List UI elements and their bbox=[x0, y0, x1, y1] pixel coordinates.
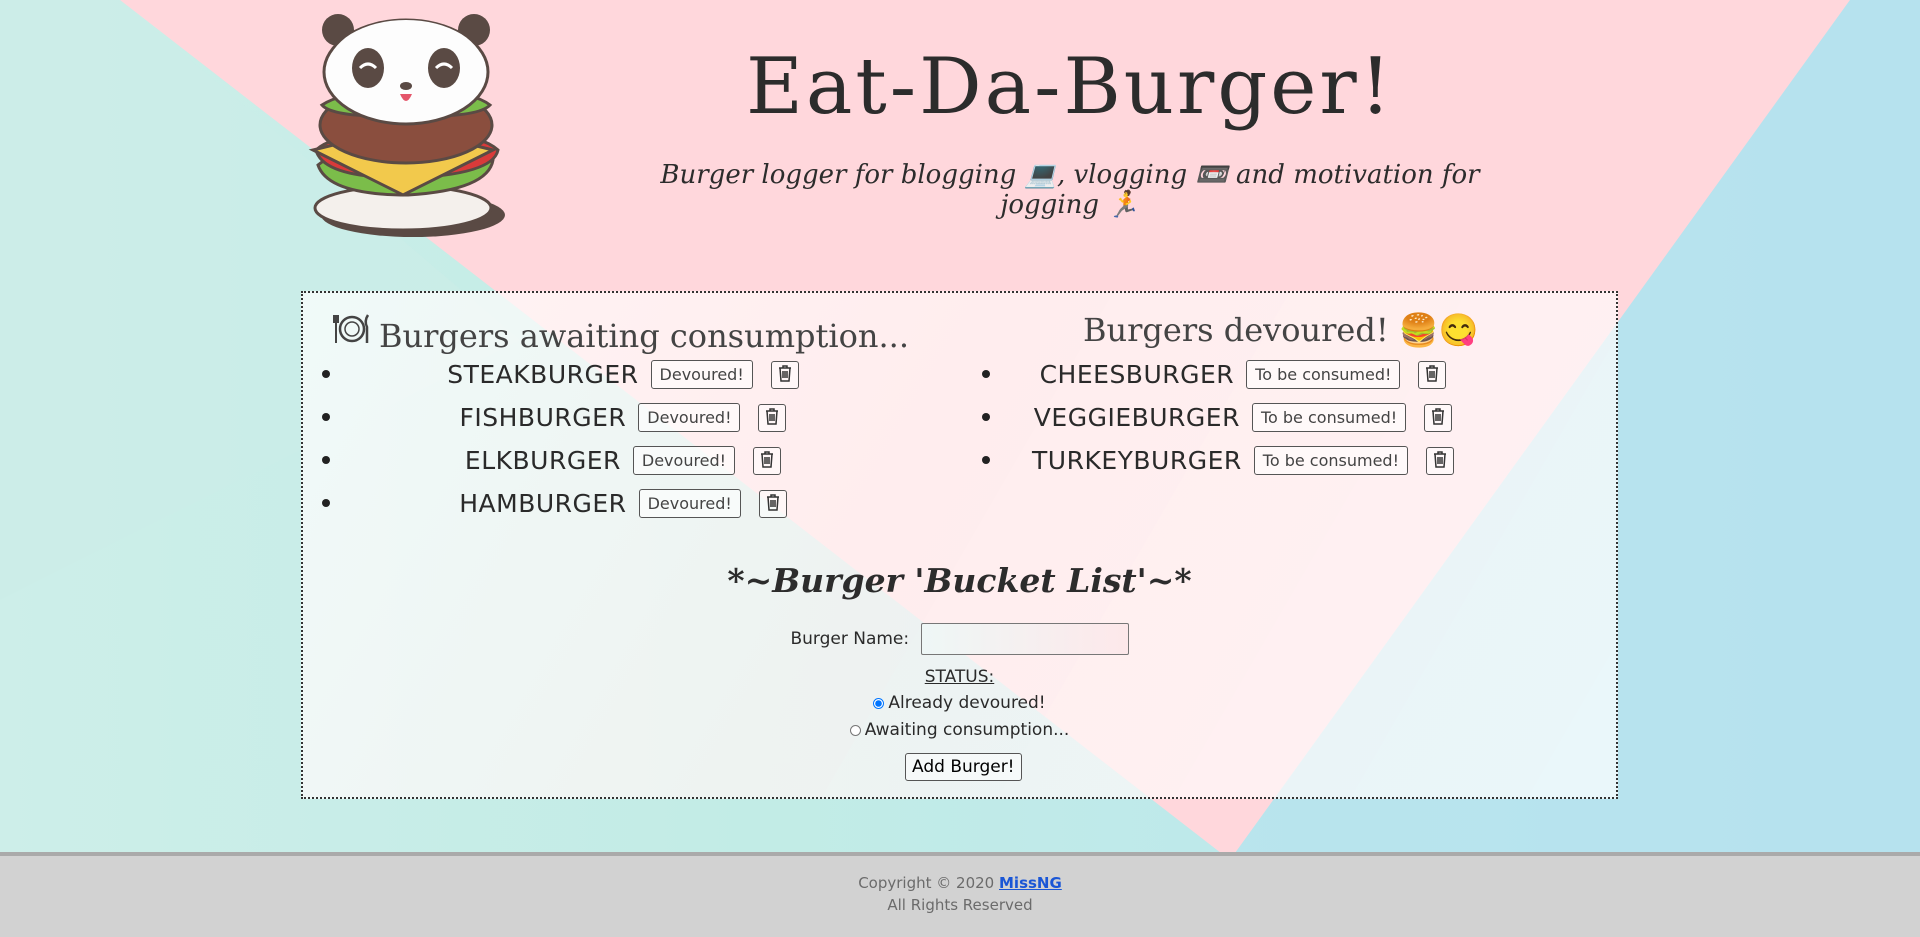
page-subtitle: Burger logger for blogging 💻, vlogging 📼… bbox=[660, 160, 1480, 220]
delete-button[interactable] bbox=[1424, 403, 1453, 432]
burger-panel: Burgers awaiting consumption... Burgers … bbox=[301, 291, 1618, 799]
burger-name-input[interactable] bbox=[920, 623, 1129, 655]
devoured-list: CHEESBURGER To be consumed! VEGGIEBURGER… bbox=[963, 353, 1523, 482]
delete-button[interactable] bbox=[770, 360, 799, 389]
delete-button[interactable] bbox=[1425, 446, 1454, 475]
fork-knife-plate-icon bbox=[333, 311, 371, 354]
copyright-text: Copyright © 2020 bbox=[858, 874, 995, 892]
radio-awaiting[interactable] bbox=[849, 724, 861, 736]
burger-name: VEGGIEBURGER bbox=[1033, 403, 1240, 432]
trash-icon bbox=[765, 493, 781, 514]
rights-text: All Rights Reserved bbox=[887, 896, 1033, 914]
author-link[interactable]: MissNG bbox=[999, 874, 1062, 892]
header: Eat-Da-Burger! Burger logger for bloggin… bbox=[0, 0, 1920, 270]
trash-icon bbox=[1430, 407, 1446, 428]
devoured-button[interactable]: Devoured! bbox=[632, 446, 736, 475]
bullet bbox=[322, 499, 330, 507]
trash-icon bbox=[1432, 450, 1448, 471]
list-item: HAMBURGER Devoured! bbox=[303, 482, 943, 525]
list-item: FISHBURGER Devoured! bbox=[303, 396, 943, 439]
page-title: Eat-Da-Burger! bbox=[745, 42, 1395, 132]
burger-name: ELKBURGER bbox=[464, 446, 621, 475]
awaiting-heading-text: Burgers awaiting consumption... bbox=[379, 317, 910, 355]
burger-name: HAMBURGER bbox=[459, 489, 627, 518]
delete-button[interactable] bbox=[753, 446, 782, 475]
list-item: STEAKBURGER Devoured! bbox=[303, 353, 943, 396]
devoured-heading: Burgers devoured! 🍔😋 bbox=[1083, 311, 1479, 349]
bullet bbox=[982, 370, 990, 378]
list-item: ELKBURGER Devoured! bbox=[303, 439, 943, 482]
bullet bbox=[322, 456, 330, 464]
burger-name-label: Burger Name: bbox=[790, 629, 910, 649]
radio-devoured-label: Already devoured! bbox=[888, 693, 1046, 713]
trash-icon bbox=[1424, 364, 1440, 385]
devoured-button[interactable]: Devoured! bbox=[638, 403, 741, 432]
trash-icon bbox=[764, 407, 780, 428]
burger-name: TURKEYBURGER bbox=[1032, 446, 1242, 475]
devoured-button[interactable]: Devoured! bbox=[638, 489, 741, 518]
to-be-consumed-button[interactable]: To be consumed! bbox=[1251, 403, 1407, 432]
bullet bbox=[322, 370, 330, 378]
delete-button[interactable] bbox=[758, 403, 787, 432]
delete-button[interactable] bbox=[1418, 360, 1447, 389]
radio-devoured[interactable] bbox=[873, 697, 885, 709]
trash-icon bbox=[759, 450, 775, 471]
burger-name-row: Burger Name: bbox=[303, 623, 1616, 655]
list-item: VEGGIEBURGER To be consumed! bbox=[963, 396, 1523, 439]
awaiting-list: STEAKBURGER Devoured! FISHBURGER Devoure… bbox=[303, 353, 943, 525]
delete-button[interactable] bbox=[758, 489, 787, 518]
burger-name: FISHBURGER bbox=[459, 403, 627, 432]
devoured-button[interactable]: Devoured! bbox=[650, 360, 753, 389]
bucket-list-title: *~Burger 'Bucket List'~* bbox=[727, 561, 1192, 600]
trash-icon bbox=[777, 364, 793, 385]
radio-devoured-row: Already devoured! bbox=[303, 693, 1616, 713]
list-item: TURKEYBURGER To be consumed! bbox=[963, 439, 1523, 482]
awaiting-heading: Burgers awaiting consumption... bbox=[333, 311, 933, 355]
list-item: CHEESBURGER To be consumed! bbox=[963, 353, 1523, 396]
radio-awaiting-row: Awaiting consumption... bbox=[303, 720, 1616, 740]
burger-name: CHEESBURGER bbox=[1039, 360, 1235, 389]
add-burger-button[interactable]: Add Burger! bbox=[905, 753, 1022, 781]
footer: Copyright © 2020 MissNG All Rights Reser… bbox=[0, 852, 1920, 937]
status-label: STATUS: bbox=[924, 667, 995, 687]
panda-burger-logo bbox=[308, 14, 505, 237]
radio-awaiting-label: Awaiting consumption... bbox=[864, 720, 1070, 740]
to-be-consumed-button[interactable]: To be consumed! bbox=[1253, 446, 1408, 475]
burger-name: STEAKBURGER bbox=[447, 360, 639, 389]
bullet bbox=[322, 413, 330, 421]
copyright-line: Copyright © 2020 MissNG bbox=[0, 874, 1920, 892]
bullet bbox=[982, 456, 990, 464]
bullet bbox=[982, 413, 990, 421]
to-be-consumed-button[interactable]: To be consumed! bbox=[1246, 360, 1401, 389]
